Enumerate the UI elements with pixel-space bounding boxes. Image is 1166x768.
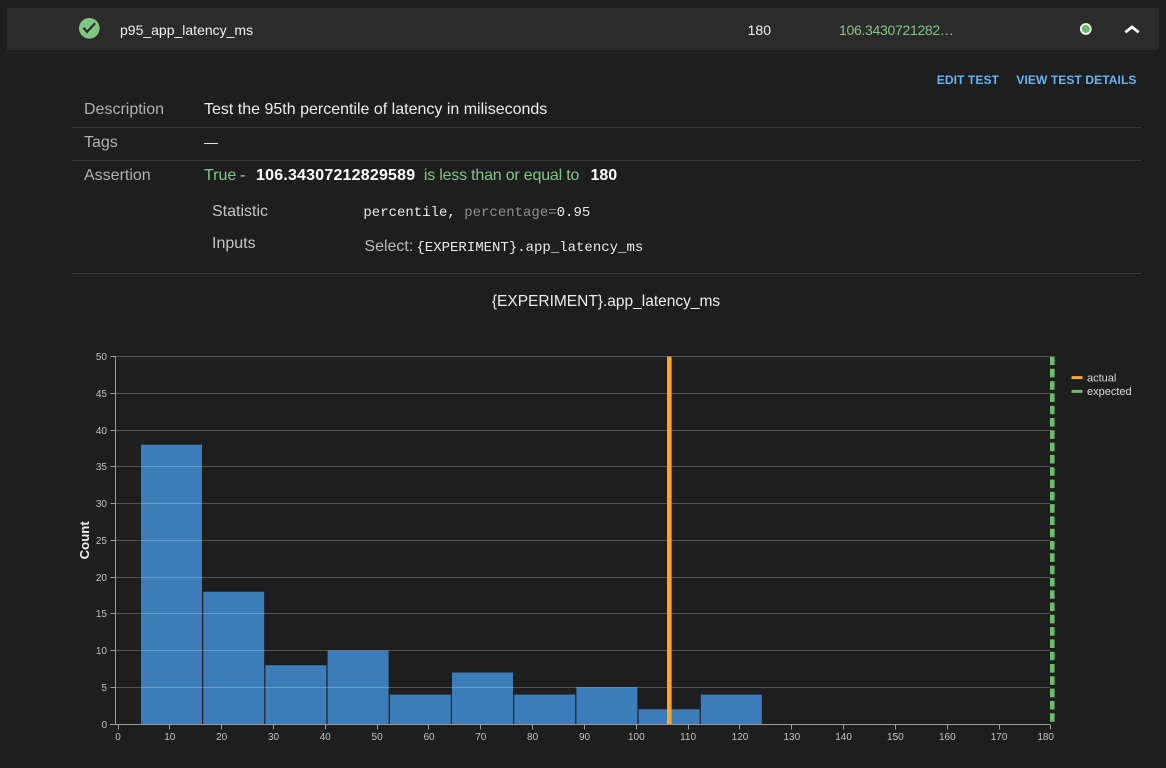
svg-text:60: 60 (423, 732, 435, 743)
svg-text:100: 100 (628, 732, 645, 743)
svg-text:50: 50 (96, 352, 108, 363)
svg-text:180: 180 (1037, 732, 1054, 743)
svg-text:30: 30 (96, 499, 108, 510)
svg-text:90: 90 (579, 732, 591, 743)
svg-text:160: 160 (939, 732, 956, 743)
svg-text:80: 80 (527, 732, 539, 743)
svg-text:0: 0 (101, 720, 107, 731)
svg-text:45: 45 (96, 389, 108, 400)
svg-text:130: 130 (783, 732, 800, 743)
svg-text:140: 140 (835, 732, 852, 743)
svg-text:30: 30 (268, 732, 280, 743)
svg-text:150: 150 (887, 732, 904, 743)
svg-text:Count: Count (77, 521, 92, 560)
svg-text:35: 35 (96, 462, 108, 473)
svg-text:10: 10 (164, 732, 176, 743)
svg-text:15: 15 (96, 609, 108, 620)
svg-text:20: 20 (216, 732, 228, 743)
svg-text:50: 50 (372, 732, 384, 743)
svg-text:actual: actual (1087, 372, 1116, 384)
svg-text:5: 5 (101, 683, 107, 694)
svg-text:10: 10 (96, 646, 108, 657)
svg-text:20: 20 (96, 573, 108, 584)
svg-text:110: 110 (680, 732, 696, 743)
svg-text:70: 70 (475, 732, 487, 743)
svg-text:25: 25 (96, 536, 108, 547)
svg-text:40: 40 (320, 732, 332, 743)
svg-text:expected: expected (1087, 386, 1132, 398)
svg-text:120: 120 (732, 732, 749, 743)
svg-text:40: 40 (96, 426, 108, 437)
svg-text:0: 0 (115, 732, 121, 743)
svg-text:170: 170 (991, 732, 1008, 743)
